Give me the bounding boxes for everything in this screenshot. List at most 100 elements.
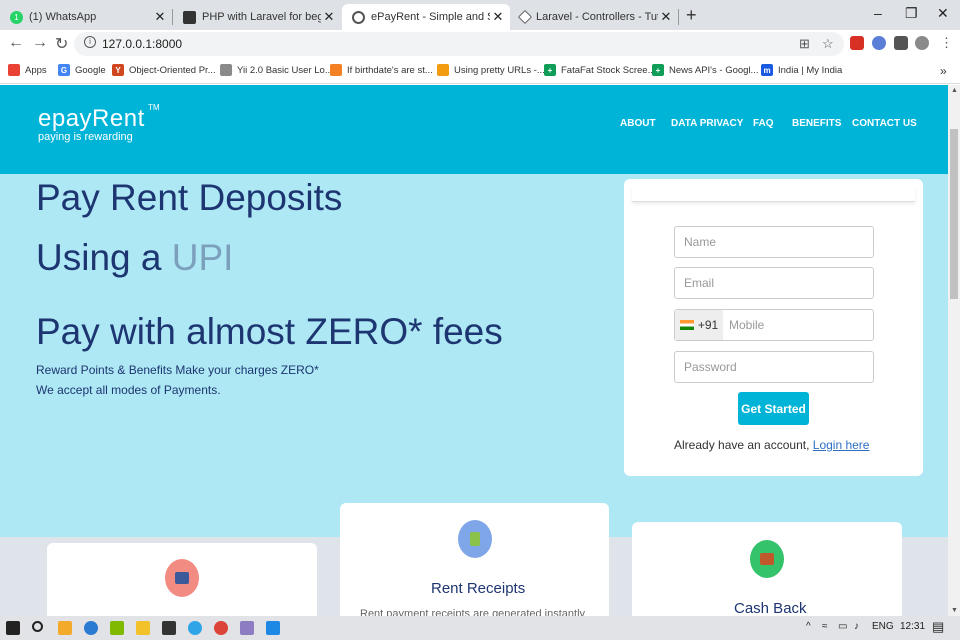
star-icon[interactable]: ☆ — [822, 36, 834, 52]
scrollbar-thumb[interactable] — [950, 129, 958, 299]
bookmark-yii[interactable]: Yii 2.0 Basic User Lo... — [220, 64, 333, 76]
menu-kebab-icon[interactable]: ⋮ — [940, 35, 953, 51]
nav-about[interactable]: ABOUT — [620, 118, 656, 129]
close-icon[interactable]: ✕ — [321, 9, 337, 25]
translate-icon[interactable]: ⊞ — [799, 36, 810, 52]
bookmarks-bar: Apps G Google Y Object-Oriented Pr... Yii … — [0, 58, 960, 84]
browser-tab-bar: 1 (1) WhatsApp ✕ PHP with Laravel for be… — [0, 0, 960, 30]
new-tab-button[interactable]: + — [686, 5, 697, 26]
minimize-button[interactable]: – — [874, 5, 882, 21]
nav-benefits[interactable]: BENEFITS — [792, 118, 841, 129]
file-explorer-icon[interactable] — [58, 621, 72, 635]
bookmark-birthdate[interactable]: If birthdate's are st... — [330, 64, 433, 76]
close-window-button[interactable]: ✕ — [937, 5, 949, 22]
bookmark-apps[interactable]: Apps — [8, 64, 47, 76]
maximize-button[interactable]: ❐ — [905, 5, 918, 22]
tray-chevron-icon[interactable]: ^ — [806, 621, 811, 632]
volume-icon[interactable]: ♪ — [854, 621, 859, 632]
video-icon — [183, 10, 196, 24]
search-icon[interactable] — [32, 621, 43, 632]
mobile-placeholder: Mobile — [729, 318, 765, 332]
windows-start-icon[interactable] — [6, 621, 20, 635]
scroll-up-icon[interactable]: ▲ — [951, 87, 958, 94]
close-icon[interactable]: ✕ — [152, 9, 168, 25]
notification-icon[interactable]: ▤ — [932, 619, 944, 635]
form-top-bar — [632, 187, 915, 202]
extension-blue-icon[interactable] — [872, 36, 886, 50]
puzzle-icon[interactable] — [894, 36, 908, 50]
feature-card-rent-receipts: Rent Receipts Rent payment receipts are … — [340, 503, 609, 616]
nav-data-privacy[interactable]: DATA PRIVACY — [671, 118, 743, 129]
back-arrow-icon[interactable]: ← — [8, 34, 24, 52]
notepad-icon[interactable] — [110, 621, 124, 635]
nav-faq[interactable]: FAQ — [753, 118, 774, 129]
tab-whatsapp[interactable]: 1 (1) WhatsApp ✕ — [0, 4, 172, 30]
india-flag-icon — [679, 320, 694, 330]
wallet-icon-inner — [760, 553, 774, 565]
bookmark-label: If birthdate's are st... — [347, 64, 433, 76]
avatar[interactable] — [915, 36, 929, 50]
card-payment-icon — [165, 559, 199, 597]
apps-grid-icon — [8, 64, 20, 76]
wifi-icon[interactable]: ≈ — [822, 621, 828, 632]
battery-icon[interactable]: ▭ — [838, 621, 847, 632]
bookmark-google[interactable]: G Google — [58, 64, 106, 76]
tab-php-laravel[interactable]: PHP with Laravel for beginners - ✕ — [173, 4, 341, 30]
skype-icon[interactable] — [188, 621, 202, 635]
name-field[interactable]: Name — [674, 226, 874, 258]
sublime-icon[interactable] — [162, 621, 176, 635]
google-icon: G — [58, 64, 70, 76]
country-code-select[interactable]: +91 — [675, 310, 723, 340]
hero-line-2: Using a UPI — [36, 237, 233, 279]
chrome-icon[interactable] — [214, 621, 228, 635]
diamond-icon — [517, 9, 533, 25]
extension-red-icon[interactable] — [850, 36, 864, 50]
email-field[interactable]: Email — [674, 267, 874, 299]
card-icon-inner — [175, 572, 189, 584]
more-bookmarks-icon[interactable]: » — [940, 64, 947, 78]
bookmark-oop[interactable]: Y Object-Oriented Pr... — [112, 64, 216, 76]
close-icon[interactable]: ✕ — [658, 9, 674, 25]
wave-icon — [437, 64, 449, 76]
nav-contact-us[interactable]: CONTACT US — [852, 118, 917, 129]
site-logo[interactable]: epayRent TM paying is rewarding — [38, 103, 160, 143]
logo-tagline: paying is rewarding — [38, 131, 133, 143]
page-scrollbar[interactable]: ▲ ▼ — [948, 85, 960, 616]
password-field[interactable]: Password — [674, 351, 874, 383]
bookmark-my-india[interactable]: m India | My India — [761, 64, 842, 76]
close-icon[interactable]: ✕ — [490, 9, 506, 25]
address-bar[interactable]: i 127.0.0.1:8000 ⊞ ☆ — [74, 32, 844, 56]
card-text: Rent payment receipts are generated inst… — [360, 608, 586, 616]
reload-icon[interactable]: ↻ — [55, 34, 68, 54]
edge-icon[interactable] — [84, 621, 98, 635]
clock[interactable]: 12:31 — [900, 621, 925, 632]
folder-icon[interactable] — [136, 621, 150, 635]
feature-card-payment — [47, 543, 317, 616]
tab-title: (1) WhatsApp — [29, 11, 97, 23]
app-icon[interactable] — [240, 621, 254, 635]
tab-laravel-controllers[interactable]: Laravel - Controllers - Tutorialsp ✕ — [510, 4, 678, 30]
hero-subtext-2: We accept all modes of Payments. — [36, 383, 221, 397]
get-started-button[interactable]: Get Started — [738, 392, 809, 425]
language-indicator[interactable]: ENG — [872, 621, 894, 632]
wallet-icon — [750, 540, 784, 578]
tab-separator — [678, 9, 679, 25]
bookmark-news-api[interactable]: + News API's - Googl... — [652, 64, 758, 76]
tab-epayrent[interactable]: ePayRent - Simple and Secure Re ✕ — [342, 4, 510, 30]
globe-icon — [352, 10, 365, 24]
logo-trademark: TM — [148, 103, 160, 112]
logo-name: epayRent — [38, 105, 145, 132]
site-header: epayRent TM paying is rewarding ABOUT DA… — [0, 85, 948, 174]
m-icon: m — [761, 64, 773, 76]
info-icon[interactable]: i — [84, 36, 96, 48]
forward-arrow-icon[interactable]: → — [32, 34, 48, 52]
bookmark-pretty-urls[interactable]: Using pretty URLs -... — [437, 64, 545, 76]
stackoverflow-icon — [330, 64, 342, 76]
bookmark-label: Object-Oriented Pr... — [129, 64, 216, 76]
login-link[interactable]: Login here — [813, 438, 870, 452]
mobile-field[interactable]: +91 Mobile — [674, 309, 874, 341]
bookmark-fatafat[interactable]: + FataFat Stock Scree... — [544, 64, 656, 76]
vscode-icon[interactable] — [266, 621, 280, 635]
scroll-down-icon[interactable]: ▼ — [951, 607, 958, 614]
windows-taskbar: ^ ≈ ▭ ♪ ENG 12:31 ▤ — [0, 616, 960, 640]
